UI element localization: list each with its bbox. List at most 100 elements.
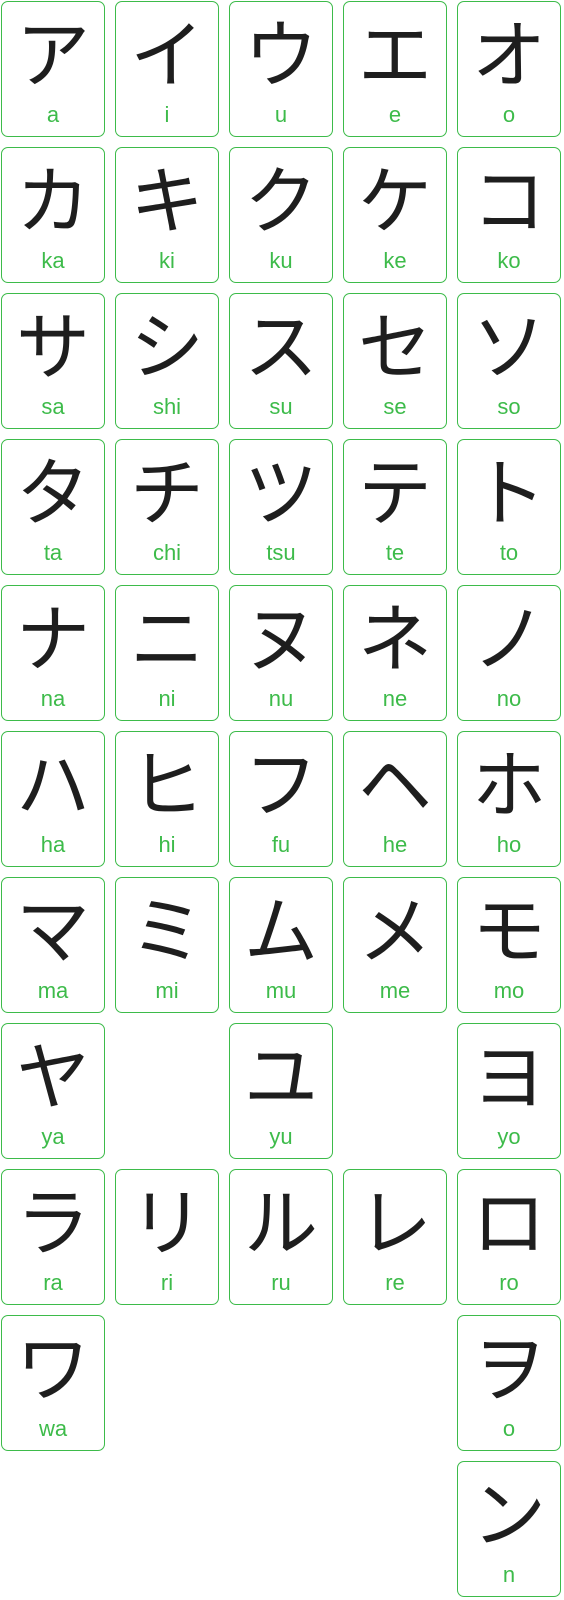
kana-card-e: エe bbox=[343, 1, 447, 137]
kana-card-o: オo bbox=[457, 1, 561, 137]
romaji-label: ri bbox=[160, 1270, 174, 1295]
kana-card-ya: ヤ ya bbox=[1, 1023, 105, 1159]
romaji-label: to bbox=[499, 540, 519, 565]
kana-card-ke: ケ ke bbox=[343, 147, 447, 283]
kana-card-ha: ハ ha bbox=[1, 731, 105, 867]
katakana-chart: ア a イ i ウ u エ e オ o カ ka キ ki ク ku ケ ke コ ko サ sa シ shi ス su セ se ソ s… bbox=[0, 0, 564, 1600]
kana-character: ロ bbox=[472, 1181, 546, 1267]
kana-card-ki: キ ki bbox=[115, 147, 219, 283]
kana-card-no: ノ no bbox=[457, 585, 561, 721]
romaji-label: sa bbox=[41, 394, 65, 419]
kana-card-ku: ク ku bbox=[229, 147, 333, 283]
kana-character: ケ bbox=[358, 159, 432, 245]
kana-card-re: レ re bbox=[343, 1169, 447, 1305]
romaji-label: mo bbox=[493, 978, 525, 1003]
romaji-label: ni bbox=[158, 686, 176, 711]
kana-card-mu: ム mu bbox=[229, 877, 333, 1013]
kana-character: イ bbox=[130, 13, 204, 99]
kana-character: メ bbox=[358, 889, 432, 975]
kana-character: カ bbox=[16, 159, 90, 245]
kana-card-ra: ラ ra bbox=[1, 1169, 105, 1305]
kana-card-chi: チ chi bbox=[115, 439, 219, 575]
romaji-label: no bbox=[496, 686, 522, 711]
romaji-label: a bbox=[46, 102, 60, 127]
kana-card-ru: ル ru bbox=[229, 1169, 333, 1305]
kana-card-wa: ワ wa bbox=[1, 1315, 105, 1451]
romaji-label: ho bbox=[496, 832, 522, 857]
kana-character: ユ bbox=[244, 1035, 318, 1121]
romaji-label: ya bbox=[41, 1124, 65, 1149]
kana-card-yu: ユ yu bbox=[229, 1023, 333, 1159]
kana-character: ツ bbox=[244, 451, 318, 537]
kana-character: ヘ bbox=[358, 743, 432, 829]
romaji-label: mi bbox=[155, 978, 179, 1003]
kana-card-ri: リ ri bbox=[115, 1169, 219, 1305]
romaji-label: se bbox=[383, 394, 407, 419]
kana-character: ム bbox=[244, 889, 318, 975]
kana-character: テ bbox=[358, 451, 432, 537]
kana-card-to: ト to bbox=[457, 439, 561, 575]
kana-character: ウ bbox=[244, 13, 318, 99]
kana-card-fu: フ fu bbox=[229, 731, 333, 867]
romaji-label: na bbox=[40, 686, 66, 711]
romaji-label: i bbox=[164, 102, 170, 127]
kana-character: ネ bbox=[358, 597, 432, 683]
romaji-label: shi bbox=[152, 394, 182, 419]
kana-card-n: ンn bbox=[457, 1461, 561, 1597]
romaji-label: e bbox=[388, 102, 402, 127]
kana-character: ヨ bbox=[472, 1035, 546, 1121]
romaji-label: ko bbox=[497, 248, 521, 273]
romaji-label: n bbox=[502, 1562, 516, 1587]
romaji-label: ku bbox=[269, 248, 293, 273]
kana-character: ノ bbox=[472, 597, 546, 683]
kana-character: レ bbox=[358, 1181, 432, 1267]
kana-character: ハ bbox=[16, 743, 90, 829]
kana-character: ラ bbox=[16, 1181, 90, 1267]
kana-card-ma: マ ma bbox=[1, 877, 105, 1013]
kana-card-o: ヲo bbox=[457, 1315, 561, 1451]
romaji-label: ta bbox=[43, 540, 63, 565]
kana-character: ヌ bbox=[244, 597, 318, 683]
kana-character: ヲ bbox=[472, 1327, 546, 1413]
kana-character: ヒ bbox=[130, 743, 204, 829]
kana-character: ソ bbox=[472, 305, 546, 391]
romaji-label: ru bbox=[271, 1270, 291, 1295]
kana-card-yo: ヨ yo bbox=[457, 1023, 561, 1159]
kana-character: ミ bbox=[130, 889, 204, 975]
kana-character: コ bbox=[472, 159, 546, 245]
romaji-label: su bbox=[269, 394, 293, 419]
kana-card-na: ナ na bbox=[1, 585, 105, 721]
kana-card-u: ウu bbox=[229, 1, 333, 137]
romaji-label: o bbox=[502, 1416, 516, 1441]
romaji-label: so bbox=[497, 394, 521, 419]
romaji-label: ro bbox=[499, 1270, 519, 1295]
romaji-label: yu bbox=[269, 1124, 293, 1149]
kana-character: ワ bbox=[16, 1327, 90, 1413]
kana-character: シ bbox=[130, 305, 204, 391]
kana-character: ス bbox=[244, 305, 318, 391]
kana-card-nu: ヌ nu bbox=[229, 585, 333, 721]
romaji-label: me bbox=[379, 978, 411, 1003]
kana-card-mo: モ mo bbox=[457, 877, 561, 1013]
kana-card-he: ヘ he bbox=[343, 731, 447, 867]
romaji-label: u bbox=[274, 102, 288, 127]
romaji-label: o bbox=[502, 102, 516, 127]
romaji-label: tsu bbox=[266, 540, 296, 565]
kana-card-ta: タ ta bbox=[1, 439, 105, 575]
romaji-label: ha bbox=[40, 832, 66, 857]
kana-card-tsu: ツ tsu bbox=[229, 439, 333, 575]
kana-character: ク bbox=[244, 159, 318, 245]
kana-character: キ bbox=[130, 159, 204, 245]
kana-character: ホ bbox=[472, 743, 546, 829]
kana-character: ナ bbox=[16, 597, 90, 683]
kana-card-i: イi bbox=[115, 1, 219, 137]
kana-character: タ bbox=[16, 451, 90, 537]
kana-character: ル bbox=[244, 1181, 318, 1267]
kana-character: サ bbox=[16, 305, 90, 391]
kana-card-mi: ミ mi bbox=[115, 877, 219, 1013]
kana-card-se: セ se bbox=[343, 293, 447, 429]
kana-character: ヤ bbox=[16, 1035, 90, 1121]
kana-character: セ bbox=[358, 305, 432, 391]
romaji-label: wa bbox=[38, 1416, 68, 1441]
kana-card-me: メ me bbox=[343, 877, 447, 1013]
